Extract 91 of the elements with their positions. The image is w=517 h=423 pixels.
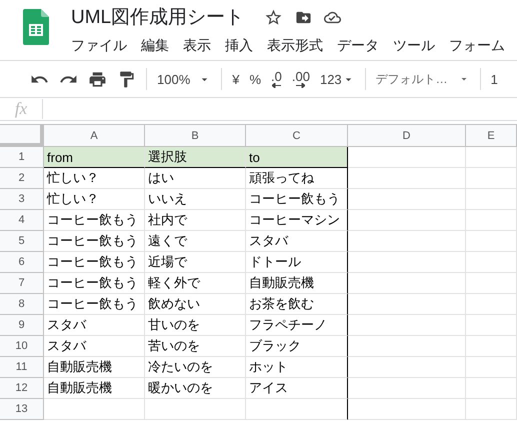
table-cell: ドトール [246, 252, 348, 273]
table-cell: お茶を飲む [246, 294, 348, 315]
left-arrow-icon [272, 82, 281, 88]
table-cell: コーヒー飲もう [44, 210, 145, 231]
table-cell: 近場で [145, 252, 246, 273]
table-cell: 頑張ってね [246, 168, 348, 189]
print-icon[interactable] [88, 70, 107, 88]
column-header[interactable]: B [145, 124, 246, 147]
decimal-decrease-button[interactable]: .0 [271, 70, 282, 82]
sheets-logo-icon[interactable] [22, 9, 48, 45]
row-header[interactable]: 7 [0, 273, 44, 294]
star-icon[interactable] [264, 8, 284, 26]
row-header[interactable]: 1 [0, 147, 44, 168]
decimal-increase-button[interactable]: .00 [292, 70, 310, 82]
document-title[interactable]: UML図作成用シート [71, 4, 244, 30]
row-header[interactable]: 4 [0, 210, 44, 231]
table-cell: アイス [246, 378, 348, 399]
table-cell: いいえ [145, 189, 246, 210]
table-cell: コーヒー飲もう [44, 294, 145, 315]
menu-item[interactable]: フォーム [449, 37, 505, 55]
table-cell: 社内で [145, 210, 246, 231]
table-cell [466, 168, 517, 189]
table-cell: from [44, 147, 145, 168]
table-cell: 暖かいのを [145, 378, 246, 399]
column-header[interactable]: D [348, 124, 466, 147]
table-cell [466, 399, 517, 420]
table-cell: フラペチーノ [246, 315, 348, 336]
font-dropdown[interactable]: デフォルト… [376, 70, 470, 88]
menu-item[interactable]: データ [337, 37, 379, 55]
table-cell: 冷たいのを [145, 357, 246, 378]
column-header[interactable]: E [466, 124, 517, 147]
table-cell: 軽く外で [145, 273, 246, 294]
table-cell: コーヒー飲もう [44, 273, 145, 294]
row-header[interactable]: 12 [0, 378, 44, 399]
table-cell: 苦いのを [145, 336, 246, 357]
paint-format-icon[interactable] [117, 70, 136, 88]
menu-item[interactable]: 表示形式 [267, 37, 323, 55]
table-cell [466, 189, 517, 210]
table-cell: 自動販売機 [246, 273, 348, 294]
currency-button[interactable]: ¥ [232, 72, 240, 86]
table-cell: コーヒー飲もう [44, 231, 145, 252]
row-header[interactable]: 10 [0, 336, 44, 357]
row-header[interactable]: 6 [0, 252, 44, 273]
table-cell: スタバ [246, 231, 348, 252]
row-header[interactable]: 8 [0, 294, 44, 315]
row-header[interactable]: 2 [0, 168, 44, 189]
table-cell: 自動販売機 [44, 357, 145, 378]
menu-item[interactable]: 編集 [141, 37, 169, 55]
row-header[interactable]: 11 [0, 357, 44, 378]
table-cell [466, 378, 517, 399]
table-cell: 飲めない [145, 294, 246, 315]
table-cell: ブラック [246, 336, 348, 357]
table-cell: ホット [246, 357, 348, 378]
table-cell: はい [145, 168, 246, 189]
font-size-field[interactable]: 1 [490, 72, 498, 86]
table-cell [466, 315, 517, 336]
table-cell: コーヒー飲もう [246, 189, 348, 210]
menu-item[interactable]: ファイル [71, 37, 127, 55]
formula-label: fx [0, 99, 43, 119]
table-cell: 遠くで [145, 231, 246, 252]
table-cell [466, 357, 517, 378]
table-cell [466, 210, 517, 231]
percent-button[interactable]: % [249, 72, 262, 86]
row-header[interactable]: 5 [0, 231, 44, 252]
table-cell [466, 294, 517, 315]
table-cell: スタバ [44, 336, 145, 357]
table-cell [466, 252, 517, 273]
table-cell [466, 231, 517, 252]
column-header[interactable]: C [246, 124, 348, 147]
row-header[interactable]: 9 [0, 315, 44, 336]
table-cell: 忙しい？ [44, 189, 145, 210]
row-header[interactable]: 13 [0, 399, 44, 420]
table-cell: to [246, 147, 348, 168]
number-format-dropdown[interactable]: 123 [320, 72, 355, 86]
table-cell [466, 336, 517, 357]
table-cell [466, 273, 517, 294]
table-cell: スタバ [44, 315, 145, 336]
table-cell: 甘いのを [145, 315, 246, 336]
table-cell: コーヒー飲もう [44, 252, 145, 273]
menu-item[interactable]: ツール [393, 37, 435, 55]
column-header[interactable]: A [44, 124, 145, 147]
table-cell: 忙しい？ [44, 168, 145, 189]
table-cell: 選択肢 [145, 147, 246, 168]
table-cell [466, 147, 517, 168]
right-arrow-icon [296, 82, 306, 88]
menu-item[interactable]: 表示 [183, 37, 211, 55]
menu-item[interactable]: 挿入 [225, 37, 253, 55]
zoom-dropdown[interactable]: 100% [157, 72, 212, 86]
table-cell: 自動販売機 [44, 378, 145, 399]
table-cell: コーヒーマシン [246, 210, 348, 231]
row-header[interactable]: 3 [0, 189, 44, 210]
